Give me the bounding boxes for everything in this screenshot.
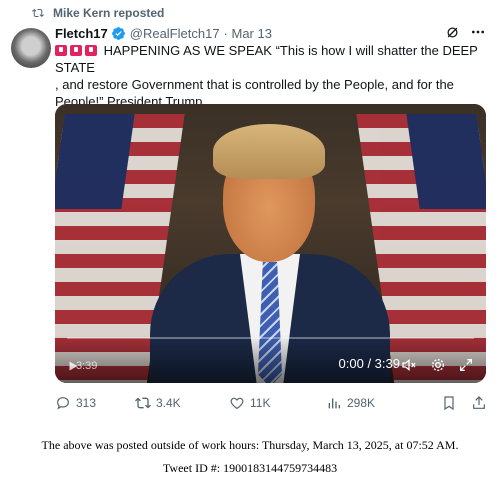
play-control[interactable]: 3:39 (67, 360, 97, 372)
video-control-icons (400, 357, 474, 373)
siren-emoji-icon (70, 45, 82, 56)
tweet-header: Fletch17 @RealFletch17 · Mar 13 (55, 24, 272, 42)
settings-gear-icon[interactable] (430, 357, 446, 373)
author-name[interactable]: Fletch17 (55, 26, 108, 41)
repost-count: 3.4K (156, 396, 181, 410)
views-chart-icon (328, 398, 340, 409)
video-progress-bar[interactable] (67, 337, 474, 339)
fullscreen-icon[interactable] (458, 357, 474, 373)
speaker-hair (213, 124, 325, 179)
tweet-text-line1: HAPPENING AS WE SPEAK “This is how I wil… (55, 43, 478, 75)
caption-footer: The above was posted outside of work hou… (0, 434, 500, 480)
reply-button[interactable]: 313 (55, 395, 135, 411)
share-icon[interactable] (471, 395, 487, 411)
repost-button[interactable]: 3.4K (135, 395, 229, 411)
tweet-card[interactable]: Mike Kern reposted Fletch17 @RealFletch1… (0, 0, 500, 418)
author-handle[interactable]: @RealFletch17 (130, 26, 220, 41)
header-actions (445, 24, 486, 40)
repost-icon (32, 8, 44, 18)
tweet-text-line2: , and restore Government that is control… (55, 77, 454, 92)
heart-icon (230, 397, 244, 410)
siren-emoji-icon (55, 45, 67, 56)
extra-actions (441, 395, 487, 411)
reply-count: 313 (76, 396, 97, 410)
siren-emoji-icon (85, 45, 97, 56)
grok-icon[interactable] (445, 25, 460, 40)
views-count: 298K (347, 396, 376, 410)
posted-time-note: The above was posted outside of work hou… (41, 438, 459, 452)
avatar[interactable] (11, 28, 51, 68)
tweet-text: HAPPENING AS WE SPEAK “This is how I wil… (55, 42, 487, 110)
verified-badge-icon (111, 26, 126, 41)
like-button[interactable]: 11K (229, 395, 326, 411)
tweet-actions: 313 3.4K 11K 298K (55, 393, 487, 413)
tweet-date[interactable]: · Mar 13 (224, 26, 272, 41)
repost-label: Mike Kern reposted (53, 6, 165, 20)
tweet-id-note: Tweet ID #: 1900183144759734483 (162, 461, 338, 475)
video-player[interactable]: 3:39 0:00 / 3:39 (55, 104, 486, 383)
video-remaining: 3:39 (76, 360, 98, 372)
bookmark-icon[interactable] (441, 395, 457, 411)
more-options-icon[interactable] (470, 24, 486, 40)
mute-icon[interactable] (400, 357, 418, 373)
like-count: 11K (250, 396, 271, 410)
views-button[interactable]: 298K (326, 395, 422, 411)
video-time: 0:00 / 3:39 (338, 356, 400, 371)
repost-action-icon (135, 397, 151, 409)
repost-indicator[interactable]: Mike Kern reposted (31, 6, 164, 20)
reply-icon (57, 397, 69, 410)
